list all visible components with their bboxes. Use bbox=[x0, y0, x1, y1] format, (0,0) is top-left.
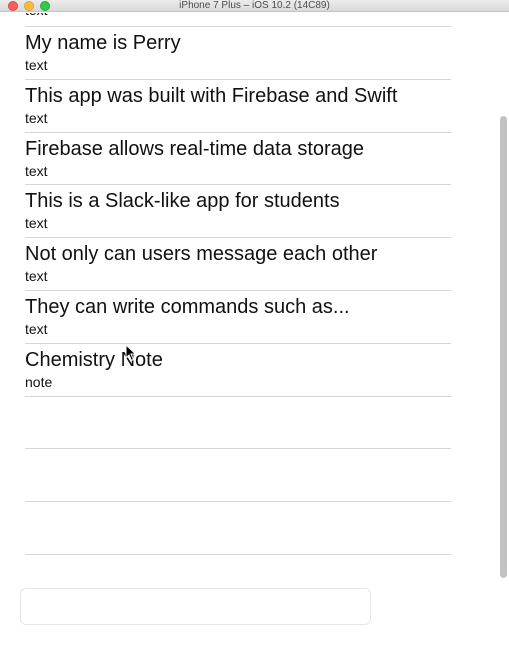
message-text: Chemistry Note bbox=[25, 348, 163, 371]
window-title: iPhone 7 Plus – iOS 10.2 (14C89) bbox=[179, 0, 330, 11]
mouse-pointer-icon bbox=[125, 344, 137, 362]
message-cell[interactable]: Not only can users message each other te… bbox=[25, 238, 451, 291]
message-type: note bbox=[25, 373, 53, 390]
empty-cell[interactable] bbox=[25, 502, 451, 555]
message-type: text bbox=[25, 13, 48, 18]
message-text: This app was built with Firebase and Swi… bbox=[25, 84, 398, 107]
message-cell[interactable]: text bbox=[25, 13, 451, 27]
simulator-titlebar: iPhone 7 Plus – iOS 10.2 (14C89) bbox=[0, 0, 509, 12]
message-cell[interactable]: Chemistry Note note bbox=[25, 344, 451, 397]
message-type: text bbox=[25, 57, 48, 73]
message-text: Not only can users message each other bbox=[25, 243, 378, 266]
message-text: Firebase allows real-time data storage bbox=[25, 137, 365, 160]
message-cell[interactable]: They can write commands such as... text bbox=[25, 291, 451, 344]
app-screen: text My name is Perry text This app was … bbox=[0, 13, 509, 649]
message-type: text bbox=[25, 215, 48, 232]
message-cell[interactable]: My name is Perry text bbox=[25, 27, 451, 80]
message-cell[interactable]: Firebase allows real-time data storage t… bbox=[25, 133, 451, 186]
messages-table[interactable]: text My name is Perry text This app was … bbox=[25, 13, 451, 555]
scrollbar-thumb[interactable] bbox=[500, 116, 507, 578]
message-text: This is a Slack-like app for students bbox=[25, 190, 340, 213]
empty-cell[interactable] bbox=[25, 449, 451, 503]
message-cell[interactable]: This is a Slack-like app for students te… bbox=[25, 185, 451, 239]
message-type: text bbox=[25, 268, 48, 285]
message-input[interactable] bbox=[20, 588, 371, 625]
message-type: text bbox=[25, 320, 48, 337]
message-text: My name is Perry bbox=[25, 32, 181, 54]
message-cell[interactable]: This app was built with Firebase and Swi… bbox=[25, 80, 451, 133]
message-type: text bbox=[25, 162, 48, 179]
empty-cell[interactable] bbox=[25, 397, 451, 450]
message-type: text bbox=[25, 109, 48, 126]
message-text: They can write commands such as... bbox=[25, 295, 350, 318]
